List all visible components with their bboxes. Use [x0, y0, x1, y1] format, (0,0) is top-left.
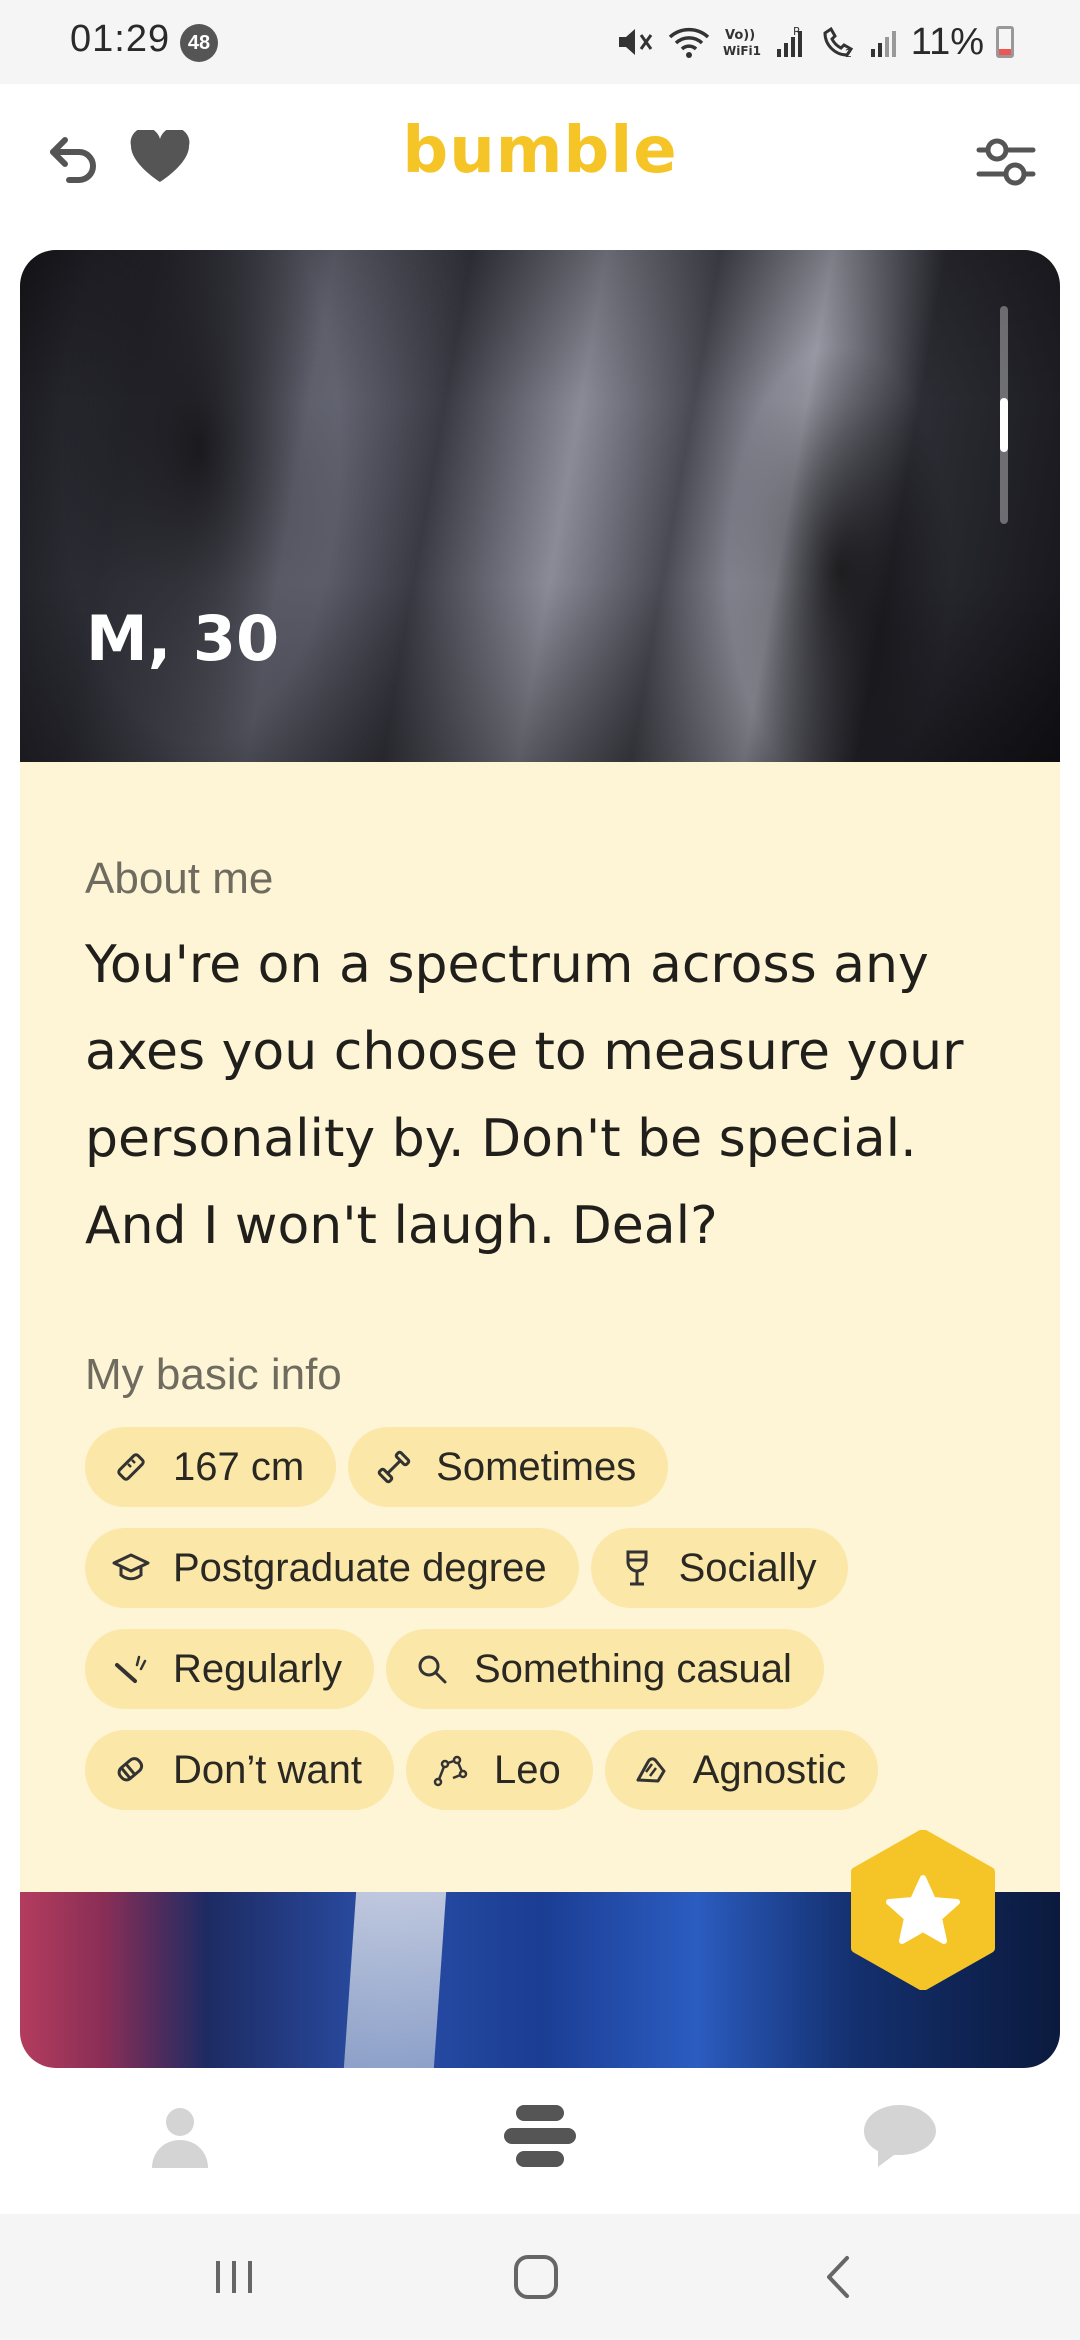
battery-icon	[996, 26, 1014, 58]
swipe-stack-icon	[502, 2103, 578, 2174]
nav-swipe-tab[interactable]	[490, 2098, 590, 2178]
profile-name-age: M, 30	[86, 602, 280, 675]
basic-info-row: Don’t want Leo Agnostic	[85, 1730, 879, 1810]
notification-count-badge: 48	[180, 24, 218, 62]
app-logo: bumble	[402, 114, 678, 188]
app-header: bumble	[0, 84, 1080, 250]
chat-bubble-icon	[862, 2103, 938, 2174]
magnifier-icon	[412, 1649, 452, 1689]
basic-info-row: Regularly Something casual	[85, 1629, 824, 1709]
filter-sliders-icon	[975, 132, 1037, 197]
back-icon	[821, 2254, 855, 2305]
profile-icon	[148, 2102, 212, 2175]
basic-info-row: 167 cm Sometimes	[85, 1427, 669, 1507]
wine-glass-icon	[617, 1548, 657, 1588]
signal-icon: R	[775, 25, 809, 59]
basic-info-row: Postgraduate degree Socially	[85, 1528, 849, 1608]
basic-info-chip-religion: Agnostic	[604, 1730, 879, 1810]
dumbbell-icon	[374, 1447, 414, 1487]
basic-info-chip-smoking: Regularly	[85, 1629, 374, 1709]
about-me-text: You're on a spectrum across any axes you…	[85, 935, 964, 1256]
basic-info-label: My basic info	[85, 1350, 342, 1399]
chip-label: Regularly	[173, 1646, 342, 1691]
recents-button[interactable]	[194, 2246, 274, 2312]
ruler-icon	[111, 1447, 151, 1487]
home-button[interactable]	[496, 2246, 576, 2312]
battery-percent: 11%	[910, 20, 984, 63]
home-icon	[512, 2253, 560, 2306]
filter-button[interactable]	[968, 126, 1044, 202]
about-me-label: About me	[85, 854, 274, 903]
profile-card[interactable]: M, 30 About me You're on a spectrum acro…	[20, 250, 1060, 2068]
recents-icon	[212, 2257, 256, 2302]
chip-label: Something casual	[473, 1646, 792, 1691]
svg-text:WiFi1: WiFi1	[723, 44, 761, 58]
basic-info-chip-drinking: Socially	[590, 1528, 849, 1608]
status-time: 01:29	[70, 18, 171, 60]
mute-icon	[615, 25, 655, 59]
profile-info-section: About me You're on a spectrum across any…	[20, 762, 1060, 1892]
nav-chats-tab[interactable]	[850, 2098, 950, 2178]
svg-text:Vo)): Vo))	[725, 28, 755, 43]
signal-icon	[869, 25, 899, 59]
basic-info-chip-education: Postgraduate degree	[85, 1528, 579, 1608]
photo-scroll-thumb	[1000, 398, 1008, 452]
profile-photo[interactable]: M, 30	[20, 250, 1060, 762]
basic-info-chip-exercise: Sometimes	[348, 1427, 669, 1507]
constellation-icon	[432, 1750, 472, 1790]
back-button[interactable]	[798, 2246, 878, 2312]
basic-info-chip-kids: Don’t want	[85, 1730, 394, 1810]
photo-scroll-indicator	[1000, 306, 1008, 524]
basic-info-chip-star-sign: Leo	[405, 1730, 593, 1810]
chip-label: Sometimes	[436, 1444, 637, 1489]
nav-profile-tab[interactable]	[130, 2098, 230, 2178]
svg-text:2: 2	[845, 47, 852, 59]
chip-label: Agnostic	[692, 1747, 847, 1792]
status-bar: 01:29 48 Vo)) WiFi1 R 2 11%	[0, 0, 1080, 84]
chip-label: Don’t want	[173, 1747, 362, 1792]
volte-wifi-icon: Vo)) WiFi1	[723, 25, 763, 59]
basic-info-chip-height: 167 cm	[85, 1427, 337, 1507]
basic-info-chip-looking-for: Something casual	[385, 1629, 824, 1709]
star-icon	[851, 1829, 995, 1991]
pacifier-icon	[111, 1750, 151, 1790]
chip-label: Postgraduate degree	[173, 1545, 547, 1590]
system-navigation	[0, 2214, 1080, 2340]
wifi-icon	[667, 25, 711, 59]
wifi-calling-icon: 2	[821, 25, 857, 59]
graduation-cap-icon	[111, 1548, 151, 1588]
praying-hands-icon	[631, 1750, 671, 1790]
status-icons: Vo)) WiFi1 R 2 11%	[615, 16, 1014, 68]
cigarette-icon	[111, 1649, 151, 1689]
bottom-navigation	[0, 2068, 1080, 2214]
superswipe-button[interactable]	[848, 1829, 998, 1991]
chip-label: 167 cm	[173, 1444, 305, 1489]
chip-label: Socially	[678, 1545, 817, 1590]
chip-label: Leo	[493, 1747, 561, 1792]
